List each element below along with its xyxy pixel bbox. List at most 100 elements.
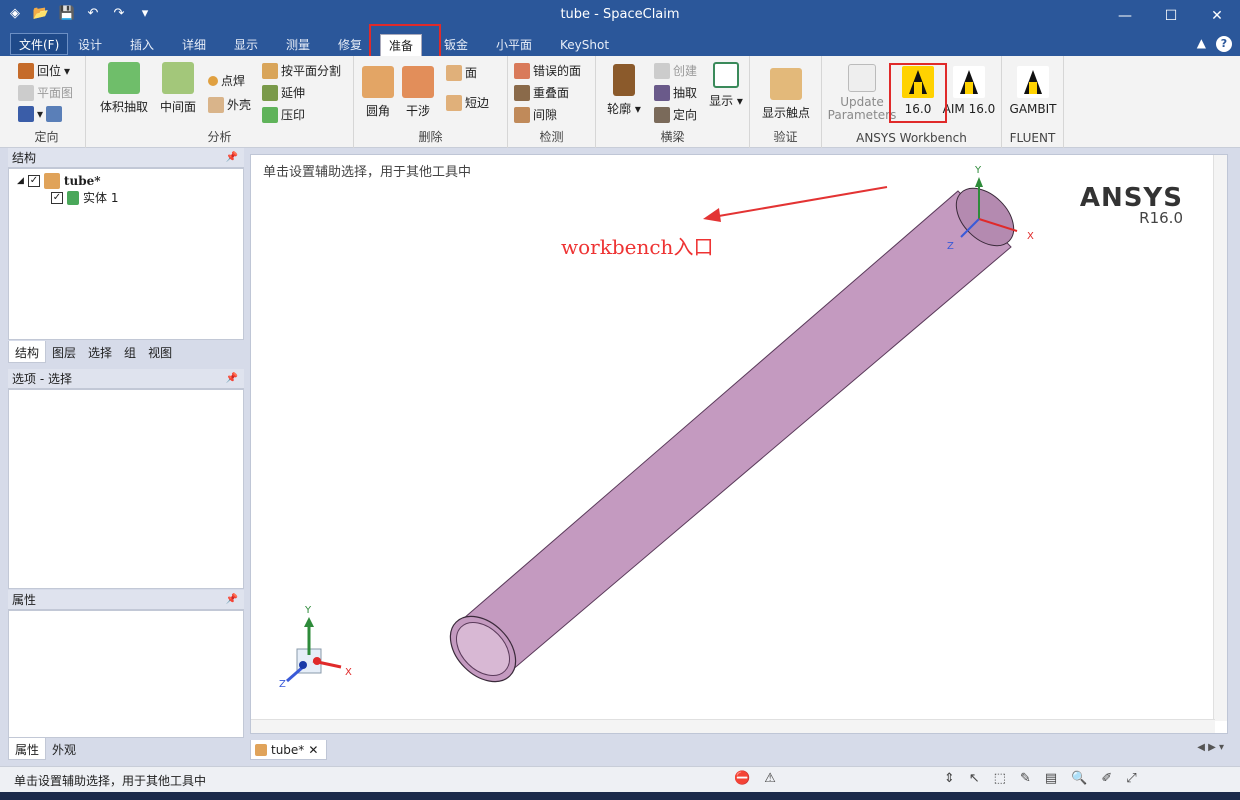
subtab-groups[interactable]: 组 — [118, 341, 142, 363]
subtab-views[interactable]: 视图 — [142, 341, 178, 363]
group-beams: 轮廓 ▾ 创建 抽取 定向 显示 ▾ 横梁 — [596, 56, 750, 148]
maximize-button[interactable]: ☐ — [1148, 0, 1194, 32]
close-button[interactable]: ✕ — [1194, 0, 1240, 32]
spot-weld-button[interactable]: 点焊 — [208, 72, 245, 89]
taskbar-strip — [0, 792, 1240, 800]
home-button[interactable]: 回位 ▾ — [18, 62, 70, 79]
tab-detail[interactable]: 详细 — [174, 34, 214, 56]
orient-beam-button[interactable]: 定向 — [654, 106, 697, 123]
close-tab-icon[interactable]: ✕ — [308, 743, 318, 757]
group-verify: 显示触点 验证 — [750, 56, 822, 148]
plan-view-icon — [18, 84, 34, 101]
rounds-icon — [362, 66, 394, 98]
plan-view-button[interactable]: 平面图 — [18, 84, 73, 101]
shell-button[interactable]: 外壳 — [208, 96, 251, 113]
create-beam-button[interactable]: 创建 — [654, 62, 697, 79]
expand-icon[interactable]: ⤢ — [1126, 771, 1136, 786]
global-z-axis — [286, 665, 304, 683]
collapse-icon[interactable]: ◢ — [17, 176, 24, 186]
minimize-button[interactable]: — — [1102, 0, 1148, 32]
visibility-checkbox[interactable]: ✓ — [27, 175, 40, 187]
vertical-scrollbar[interactable] — [1213, 155, 1227, 721]
spot-weld-icon — [208, 75, 218, 86]
design-icon — [255, 743, 267, 756]
tab-insert[interactable]: 插入 — [122, 34, 162, 56]
aim-16-button[interactable]: AIM 16.0 — [942, 66, 996, 116]
bad-faces-button[interactable]: 错误的面 — [514, 62, 581, 79]
imprint-button[interactable]: 压印 — [262, 106, 305, 123]
tab-design[interactable]: 设计 — [70, 34, 110, 56]
group-analysis-label: 分析 — [207, 130, 232, 144]
split-by-plane-button[interactable]: 按平面分割 — [262, 62, 341, 79]
properties-subtabs: 属性 外观 — [8, 738, 244, 760]
subtab-properties[interactable]: 属性 — [8, 738, 47, 760]
solid-body-icon — [67, 190, 79, 205]
global-z-label: Z — [279, 679, 286, 690]
tab-sheet-metal[interactable]: 钣金 — [436, 34, 476, 56]
tree-item-tube[interactable]: ◢ ✓ tube* — [17, 173, 101, 189]
subtab-structure[interactable]: 结构 — [8, 341, 47, 363]
view-cube-button[interactable]: ▾ — [18, 106, 63, 122]
horizontal-scrollbar[interactable] — [251, 719, 1215, 733]
update-parameters-button[interactable]: Update Parameters — [826, 64, 898, 122]
stop-icon[interactable]: ⛔ — [734, 771, 750, 786]
group-orient: 回位 ▾ 平面图 ▾ 定向 — [8, 56, 86, 148]
layer-icon[interactable]: ▤ — [1045, 771, 1057, 786]
box-select-icon[interactable]: ⬚ — [994, 771, 1006, 786]
pen-icon[interactable]: ✐ — [1101, 771, 1112, 786]
group-remove-label: 删除 — [418, 130, 443, 144]
faces-icon — [446, 64, 462, 81]
overlap-faces-button[interactable]: 重叠面 — [514, 84, 569, 101]
volume-extract-button[interactable]: 体积抽取 — [92, 62, 156, 115]
beam-display-button[interactable]: 显示 ▾ — [706, 62, 746, 109]
gaps-button[interactable]: 间隙 — [514, 106, 557, 123]
extract-beam-button[interactable]: 抽取 — [654, 84, 697, 101]
window-title: tube - SpaceClaim — [560, 7, 680, 22]
tab-measure[interactable]: 测量 — [278, 34, 318, 56]
tab-file[interactable]: 文件(F) — [10, 33, 69, 55]
show-contacts-button[interactable]: 显示触点 — [754, 68, 818, 121]
midsurface-button[interactable]: 中间面 — [152, 62, 204, 115]
tab-display[interactable]: 显示 — [226, 34, 266, 56]
subtab-selection[interactable]: 选择 — [82, 341, 118, 363]
doc-tab-tube[interactable]: tube* ✕ — [250, 740, 328, 760]
design-viewport[interactable]: 单击设置辅助选择，用于其他工具中 ANSYS R16.0 workbench入口… — [250, 154, 1228, 734]
spin-icon[interactable]: ⇕ — [944, 771, 955, 786]
pin-icon[interactable]: 📌 — [226, 369, 238, 389]
highlight-workbench-button — [889, 63, 947, 123]
global-y-label: Y — [304, 605, 312, 616]
group-beams-label: 横梁 — [660, 130, 685, 144]
profile-button[interactable]: 轮廓 ▾ — [604, 64, 644, 117]
tube-body[interactable] — [455, 190, 1012, 672]
rounds-button[interactable]: 圆角 — [358, 66, 398, 119]
gambit-button[interactable]: GAMBIT — [1008, 66, 1058, 116]
extend-button[interactable]: 延伸 — [262, 84, 305, 101]
interference-button[interactable]: 干涉 — [398, 66, 438, 119]
triad-x-label: X — [1027, 231, 1034, 242]
tab-keyshot[interactable]: KeyShot — [552, 34, 617, 56]
structure-subtabs: 结构 图层 选择 组 视图 — [8, 341, 244, 363]
faces-button[interactable]: 面 — [446, 64, 477, 81]
tab-facets[interactable]: 小平面 — [488, 34, 540, 56]
zoom-icon[interactable]: 🔍 — [1071, 771, 1087, 786]
collapse-ribbon-icon[interactable]: ▲ — [1197, 36, 1206, 52]
short-edges-button[interactable]: 短边 — [446, 94, 489, 111]
tab-nav-arrows[interactable]: ◀ ▶ ▾ — [1197, 742, 1224, 753]
overlap-faces-icon — [514, 84, 530, 101]
subtab-appearance[interactable]: 外观 — [46, 738, 82, 760]
help-icon[interactable]: ? — [1216, 36, 1232, 52]
select-cursor-icon[interactable]: ↖ — [969, 771, 980, 786]
split-plane-icon — [262, 62, 278, 79]
sketch-icon[interactable]: ✎ — [1020, 771, 1031, 786]
visibility-checkbox[interactable]: ✓ — [51, 191, 63, 204]
global-x-dot — [313, 657, 321, 665]
tree-item-solid-1[interactable]: ✓ 实体 1 — [51, 189, 118, 206]
snap-view-icon — [46, 106, 63, 122]
warning-icon[interactable]: ⚠ — [764, 771, 776, 786]
extract-beam-icon — [654, 84, 670, 101]
pin-icon[interactable]: 📌 — [226, 590, 238, 610]
tab-repair[interactable]: 修复 — [330, 34, 370, 56]
structure-panel-header: 结构 📌 — [8, 148, 244, 168]
pin-icon[interactable]: 📌 — [226, 148, 238, 168]
subtab-layers[interactable]: 图层 — [46, 341, 82, 363]
